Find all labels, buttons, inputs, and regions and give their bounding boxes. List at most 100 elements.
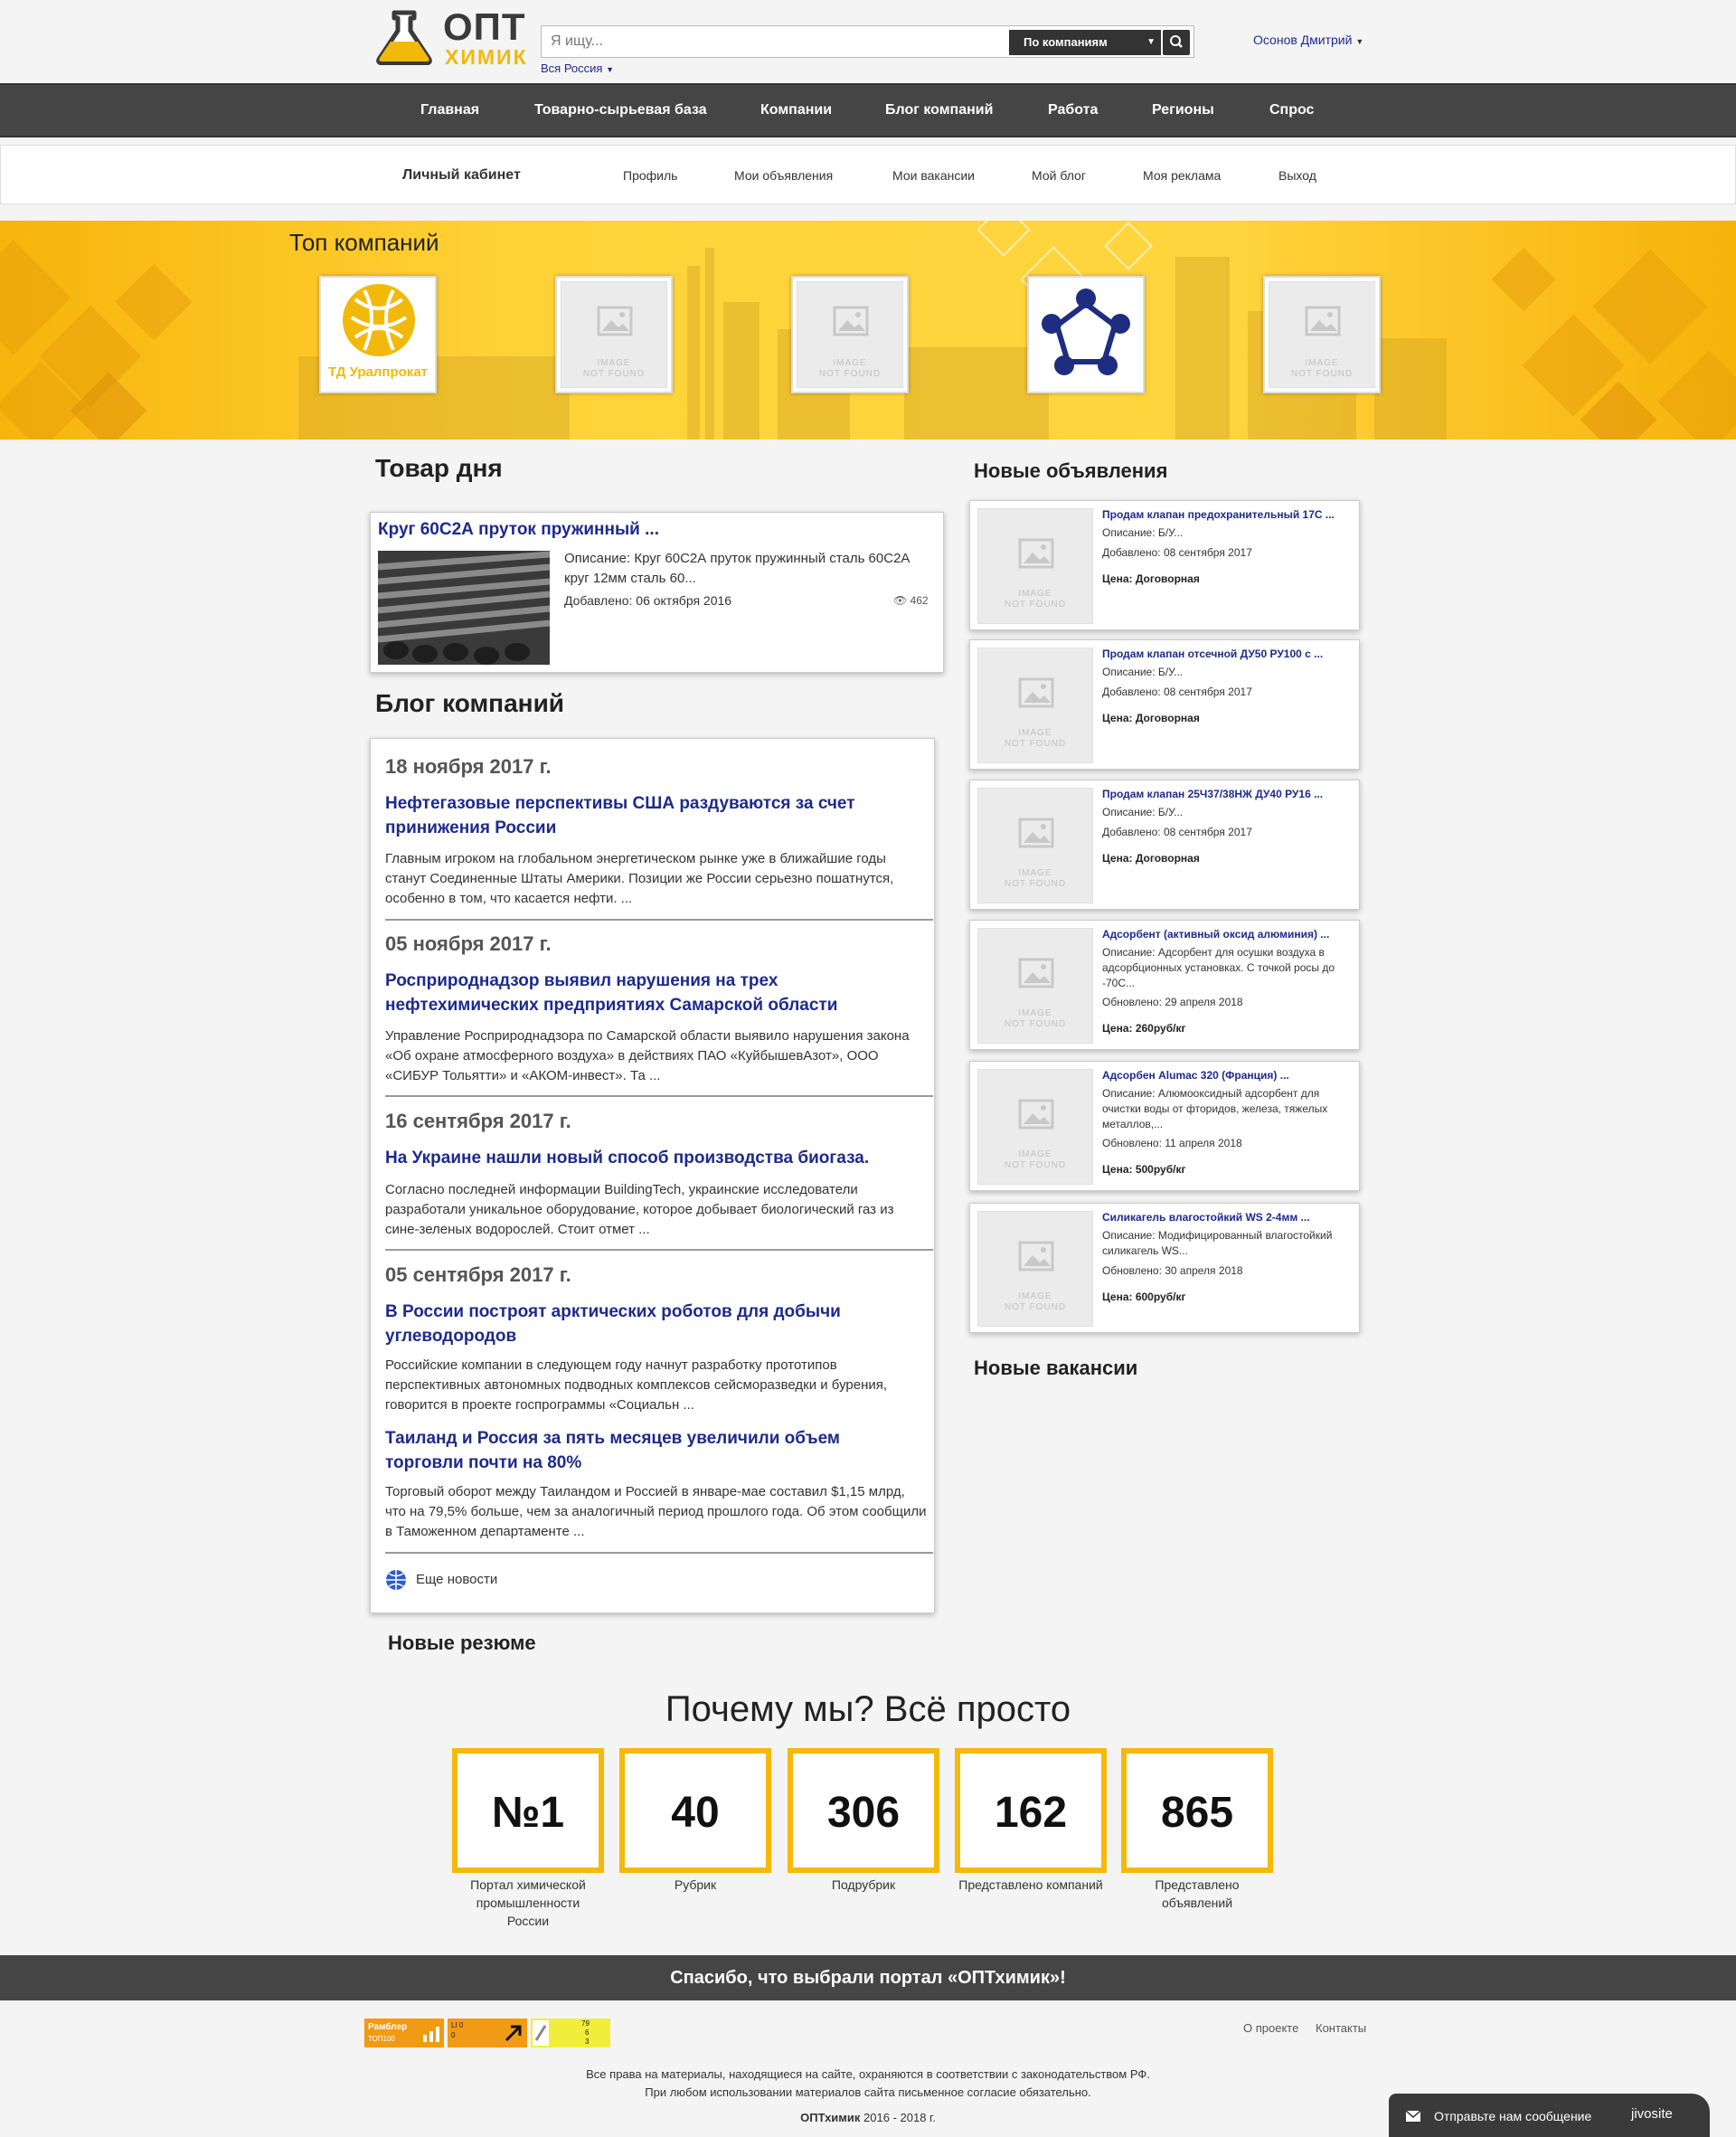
ad-description: Описание: Адсорбент для осушки воздуха в… xyxy=(1102,946,1335,989)
footer-rights-line: Все права на материалы, находящиеся на с… xyxy=(586,2067,1150,2081)
image-placeholder: IMAGE NOT FOUND xyxy=(977,508,1093,624)
blog-date: 16 сентября 2017 г. xyxy=(385,1110,571,1132)
nav-item-demand[interactable]: Спрос xyxy=(1269,85,1314,136)
ad-description: Описание: Модифицированный влагостойкий … xyxy=(1102,1229,1333,1257)
chat-widget[interactable]: Отправьте нам сообщение jivosite xyxy=(1389,2094,1710,2137)
account-item-my-ads-promo[interactable]: Моя реклама xyxy=(1143,146,1221,205)
nav-item-blog[interactable]: Блог компаний xyxy=(885,85,993,136)
product-card[interactable]: Круг 60С2А пруток пружинный ... Описание… xyxy=(370,512,944,673)
ad-card[interactable]: IMAGE NOT FOUND Продам клапан 25Ч37/38НЖ… xyxy=(969,780,1360,910)
image-placeholder-text: NOT FOUND xyxy=(818,369,882,379)
ad-date: Добавлено: 08 сентября 2017 xyxy=(1102,826,1252,838)
stats-counter[interactable]: 79 6 3 xyxy=(531,2019,610,2047)
product-title[interactable]: Круг 60С2А пруток пружинный ... xyxy=(378,520,659,540)
ad-title[interactable]: Продам клапан предохранительный 17С ... xyxy=(1102,508,1335,521)
blog-post-title[interactable]: Таиланд и Россия за пять месяцев увеличи… xyxy=(385,1426,919,1475)
blog-divider xyxy=(385,1095,933,1097)
stat-label: Представлено компаний xyxy=(958,1877,1103,1892)
counter-logo-icon xyxy=(533,2020,549,2046)
ad-price: Цена: Договорная xyxy=(1102,852,1200,865)
company-logo-icon xyxy=(1042,288,1130,375)
product-image xyxy=(378,551,550,665)
search-mode-label: По компаниям xyxy=(1024,35,1108,49)
account-item-logout[interactable]: Выход xyxy=(1278,146,1316,205)
image-placeholder: IMAGE NOT FOUND xyxy=(797,281,903,388)
ad-date: Обновлено: 30 апреля 2018 xyxy=(1102,1264,1243,1277)
stat-value: 865 xyxy=(1160,1789,1234,1837)
nav-item-home[interactable]: Главная xyxy=(420,85,479,136)
region-selector[interactable]: Вся Россия ▼ xyxy=(541,61,614,75)
rambler-counter[interactable]: Рамблер ТОП100 xyxy=(364,2019,444,2047)
search-button[interactable] xyxy=(1163,30,1190,55)
product-views-count: 462 xyxy=(910,594,929,607)
company-card[interactable] xyxy=(1027,276,1145,393)
new-vacancies-heading: Новые вакансии xyxy=(974,1357,1138,1379)
ad-price: Цена: Договорная xyxy=(1102,712,1200,724)
footer-link-contacts[interactable]: Контакты xyxy=(1316,2021,1366,2035)
user-menu[interactable]: Осонов Дмитрий ▼ xyxy=(1253,33,1363,47)
account-item-my-ads[interactable]: Мои объявления xyxy=(734,146,833,205)
nav-item-jobs[interactable]: Работа xyxy=(1048,85,1098,136)
image-placeholder-text: IMAGE xyxy=(1018,728,1052,738)
image-placeholder-text: IMAGE xyxy=(1018,1149,1052,1159)
company-card[interactable]: IMAGE NOT FOUND xyxy=(555,276,673,393)
chat-brand: jivosite xyxy=(1631,2106,1673,2122)
liveinternet-counter[interactable]: LI 0 0 xyxy=(448,2019,527,2047)
chat-label: Отправьте нам сообщение xyxy=(1434,2109,1592,2123)
nav-item-companies[interactable]: Компании xyxy=(760,85,832,136)
search-input[interactable] xyxy=(542,26,994,57)
image-placeholder-text: IMAGE xyxy=(1018,1008,1052,1018)
search-bar: По компаниям ▼ xyxy=(541,25,1194,58)
ad-card[interactable]: IMAGE NOT FOUND Продам клапан отсечной Д… xyxy=(969,639,1360,770)
nav-item-commodity-base[interactable]: Товарно-сырьевая база xyxy=(534,85,707,136)
blog-post-title[interactable]: На Украине нашли новый способ производст… xyxy=(385,1146,919,1170)
account-item-my-vacancies[interactable]: Мои вакансии xyxy=(892,146,975,205)
globe-icon xyxy=(386,1570,406,1590)
site-logo[interactable]: ОПТ ХИМИК xyxy=(374,5,526,68)
ad-description: Описание: Б/У... xyxy=(1102,806,1184,818)
flask-icon xyxy=(376,10,432,65)
caret-down-icon: ▼ xyxy=(1355,37,1364,46)
search-mode-select[interactable]: По компаниям ▼ xyxy=(1009,30,1161,55)
ad-date: Обновлено: 29 апреля 2018 xyxy=(1102,996,1243,1008)
company-logo-icon xyxy=(343,284,415,356)
image-placeholder-text: NOT FOUND xyxy=(1004,1019,1067,1029)
account-item-profile[interactable]: Профиль xyxy=(623,146,677,205)
image-placeholder: IMAGE NOT FOUND xyxy=(977,648,1093,763)
blog-post-title[interactable]: Нефтегазовые перспективы США раздуваются… xyxy=(385,791,919,840)
counter-text: ТОП100 xyxy=(368,2035,395,2043)
blog-divider xyxy=(385,1249,933,1251)
product-views: 👁 462 xyxy=(893,594,929,607)
region-label: Вся Россия xyxy=(541,61,603,75)
blog-post-text: Российские компании в следующем году нач… xyxy=(385,1357,888,1413)
logo-text-top: ОПТ xyxy=(443,5,526,48)
image-placeholder: IMAGE NOT FOUND xyxy=(977,788,1093,903)
nav-item-regions[interactable]: Регионы xyxy=(1152,85,1214,136)
blog-post-title[interactable]: Росприроднадзор выявил нарушения на трех… xyxy=(385,969,919,1017)
footer-link-about[interactable]: О проекте xyxy=(1243,2021,1298,2035)
blog-heading: Блог компаний xyxy=(375,689,565,717)
more-news-label: Еще новости xyxy=(416,1572,498,1587)
company-card[interactable]: IMAGE NOT FOUND xyxy=(791,276,909,393)
blog-post-title[interactable]: В России построят арктических роботов дл… xyxy=(385,1300,919,1348)
ad-title[interactable]: Адсорбент (активный оксид алюминия) ... xyxy=(1102,928,1329,941)
company-card[interactable]: IMAGE NOT FOUND xyxy=(1263,276,1381,393)
ad-card[interactable]: IMAGE NOT FOUND Продам клапан предохрани… xyxy=(969,500,1360,630)
ad-title[interactable]: Силикагель влагостойкий WS 2-4мм ... xyxy=(1102,1211,1310,1224)
ad-card[interactable]: IMAGE NOT FOUND Силикагель влагостойкий … xyxy=(969,1203,1360,1333)
ad-description: Описание: Б/У... xyxy=(1102,526,1184,539)
account-item-my-blog[interactable]: Мой блог xyxy=(1032,146,1086,205)
account-title: Личный кабинет xyxy=(402,167,521,183)
blog-post-text: Главным игроком на глобальном энергетиче… xyxy=(385,851,894,906)
ad-card[interactable]: IMAGE NOT FOUND Адсорбент (активный окси… xyxy=(969,920,1360,1050)
company-card[interactable]: ТД Уралпрокат xyxy=(319,276,437,393)
ad-title[interactable]: Адсорбен Alumac 320 (Франция) ... xyxy=(1102,1069,1289,1082)
user-name: Осонов Дмитрий xyxy=(1253,33,1353,47)
stat-box: 865 xyxy=(1121,1748,1273,1873)
ad-card[interactable]: IMAGE NOT FOUND Адсорбен Alumac 320 (Фра… xyxy=(969,1061,1360,1191)
thanks-banner: Спасибо, что выбрали портал «ОПТхимик»! xyxy=(0,1955,1736,2000)
ad-title[interactable]: Продам клапан 25Ч37/38НЖ ДУ40 РУ16 ... xyxy=(1102,788,1323,800)
ad-title[interactable]: Продам клапан отсечной ДУ50 РУ100 с ... xyxy=(1102,648,1323,660)
image-placeholder-text: NOT FOUND xyxy=(1004,600,1067,610)
blog-date: 18 ноября 2017 г. xyxy=(385,755,552,778)
